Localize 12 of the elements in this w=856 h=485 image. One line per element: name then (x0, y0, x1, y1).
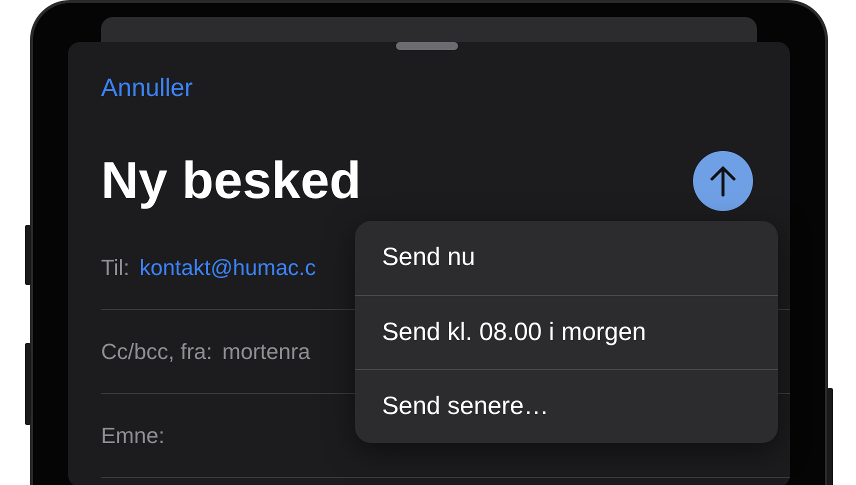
menu-item[interactable]: Send kl. 08.00 i morgen (355, 295, 778, 369)
up-arrow-icon (708, 164, 738, 197)
menu-item[interactable]: Send nu (355, 221, 778, 295)
cancel-button[interactable]: Annuller (101, 70, 193, 108)
recipient-address[interactable]: kontakt@humac.c (140, 250, 316, 284)
menu-item[interactable]: Send senere… (355, 369, 778, 443)
field-label: Emne: (101, 422, 165, 450)
field-label: Cc/bcc, fra: (101, 338, 212, 366)
compose-title: Ny besked (101, 150, 362, 212)
sender-address[interactable]: mortenra (222, 334, 310, 368)
grabber-handle[interactable] (396, 42, 458, 50)
field-label: Til: (101, 254, 130, 282)
